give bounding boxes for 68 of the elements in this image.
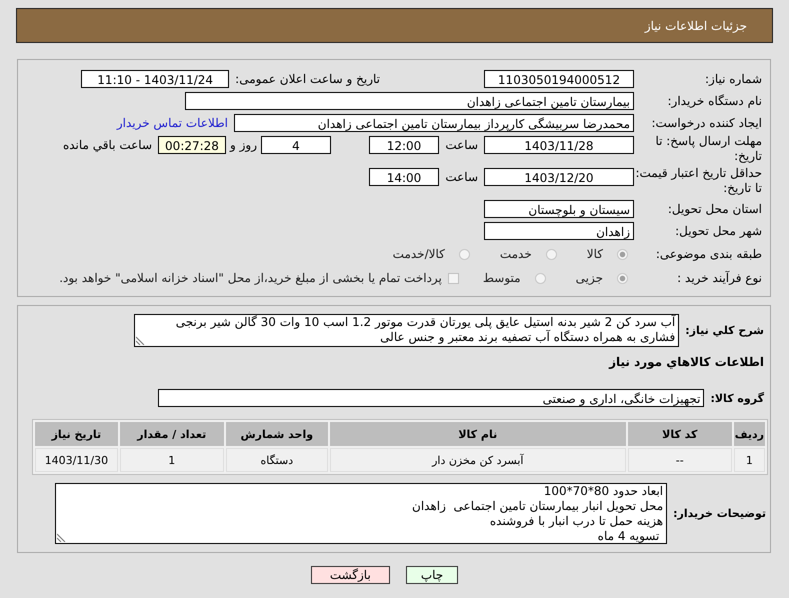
column-header: تاریخ نیاز <box>35 422 118 446</box>
input-field[interactable]: 1403/12/20 <box>484 168 634 186</box>
input-field[interactable]: 4 <box>261 136 331 154</box>
field-label: شرح کلي نیاز: <box>685 324 765 337</box>
table-cell: 1 <box>734 448 765 472</box>
input-field[interactable]: 1103050194000512 <box>484 70 634 88</box>
input-field[interactable]: بیمارستان تامین اجتماعی زاهدان <box>185 92 634 110</box>
description-text: آب سرد کن 2 شیر بدنه استیل عایق پلی یورتان قدرت موتور 1.2 اسب 10 وات 30 گالن شیر برنجی فشاری به همراه دستگاه آب تصفیه برند معتبر و جنس عالی <box>176 315 676 344</box>
input-field[interactable]: 1403/11/24 - 11:10 <box>81 70 230 88</box>
radio-button[interactable] <box>546 248 557 260</box>
input-field[interactable]: تجهیزات خانگی، اداری و صنعتی <box>158 389 704 407</box>
field-label: مهلت ارسال پاسخ: تا تاریخ: <box>654 134 763 164</box>
option-label: خدمت <box>500 247 532 261</box>
field-label: حداقل تاریخ اعتبار قیمت: تا تاریخ: <box>634 166 763 196</box>
note-line: محل تحویل انبار بیمارستان تامین اجتماعی زاهدان <box>411 499 664 514</box>
input-field[interactable]: محمدرضا سربیشگی کارپرداز بیمارستان تامین اجتماعی زاهدان <box>234 114 634 132</box>
print-button[interactable]: چاپ <box>406 566 458 584</box>
resize-grip-icon[interactable] <box>136 336 146 345</box>
checkbox[interactable] <box>448 272 459 284</box>
section-heading: اطلاعات کالاهاي مورد نياز <box>608 355 764 369</box>
input-field[interactable]: 12:00 <box>369 136 439 154</box>
column-header: واحد شمارش <box>226 422 328 446</box>
field-label: طبقه بندی موضوعی: <box>654 247 763 261</box>
field-label: تاریخ و ساعت اعلان عمومی: <box>235 72 380 86</box>
field-label: استان محل تحویل: <box>666 202 763 216</box>
table-cell: آبسرد کن مخزن دار <box>330 448 626 472</box>
page-title: جزئیات اطلاعات نیاز <box>644 18 747 32</box>
option-label: کالا/خدمت <box>392 247 445 261</box>
contact-link[interactable]: اطلاعات تماس خریدار <box>116 116 228 130</box>
checkbox-label: پرداخت تمام یا بخشی از مبلغ خرید،از محل "اسناد خزانه اسلامی" خواهد بود. <box>59 271 442 285</box>
field-label: توضیحات خریدار: <box>673 507 767 520</box>
field-label: شماره نیاز: <box>704 72 763 86</box>
note-line: تسویه 4 ماه <box>596 529 660 544</box>
field-label: ساعت <box>445 138 478 152</box>
option-label: متوسط <box>482 271 521 285</box>
radio-button[interactable] <box>458 248 470 260</box>
back-button[interactable]: بازگشت <box>310 566 390 584</box>
table-cell: 1403/11/30 <box>35 448 118 472</box>
resize-grip-icon[interactable] <box>57 533 66 542</box>
radio-button[interactable] <box>617 272 628 284</box>
input-field[interactable]: 14:00 <box>369 168 439 186</box>
field-label: نوع فرآیند خرید : <box>676 271 763 285</box>
input-field[interactable]: 00:27:28 <box>158 136 226 154</box>
field-label: روز و <box>230 138 257 152</box>
note-line: ابعاد حدود 80*70*100 <box>542 484 664 499</box>
text-area[interactable]: ابعاد حدود 80*70*100 محل تحویل انبار بیمارستان تامین اجتماعی زاهدان هزینه حمل تا درب انبار با فروشنده تسویه 4 ماه <box>55 483 668 544</box>
option-label: جزیی <box>576 271 603 285</box>
table-cell: 1 <box>120 448 224 472</box>
input-field[interactable]: زاهدان <box>484 222 634 240</box>
option-label: کالا <box>586 247 603 261</box>
input-field[interactable]: سیستان و بلوچستان <box>484 200 634 218</box>
table-cell: -- <box>628 448 732 472</box>
radio-button[interactable] <box>534 272 546 284</box>
column-header: نام کالا <box>330 422 626 446</box>
column-header: کد کالا <box>628 422 732 446</box>
column-header: تعداد / مقدار <box>120 422 224 446</box>
field-label: ساعت باقي مانده <box>62 138 152 152</box>
field-label: ایجاد کننده درخواست: <box>650 116 763 130</box>
input-field[interactable]: 1403/11/28 <box>484 136 634 154</box>
table-cell: دستگاه <box>226 448 328 472</box>
field-label: شهر محل تحویل: <box>674 224 763 238</box>
field-label: گروه کالا: <box>710 392 765 404</box>
text-area[interactable]: آب سرد کن 2 شیر بدنه استیل عایق پلی یورتان قدرت موتور 1.2 اسب 10 وات 30 گالن شیر برنجی فشاری به همراه دستگاه آب تصفیه برند معتبر و جنس عالی <box>134 314 680 347</box>
radio-button[interactable] <box>617 248 628 260</box>
column-header: ردیف <box>734 422 765 446</box>
field-label: ساعت <box>445 170 478 184</box>
field-label: نام دستگاه خریدار: <box>666 94 763 108</box>
note-line: هزینه حمل تا درب انبار با فروشنده <box>488 514 664 529</box>
